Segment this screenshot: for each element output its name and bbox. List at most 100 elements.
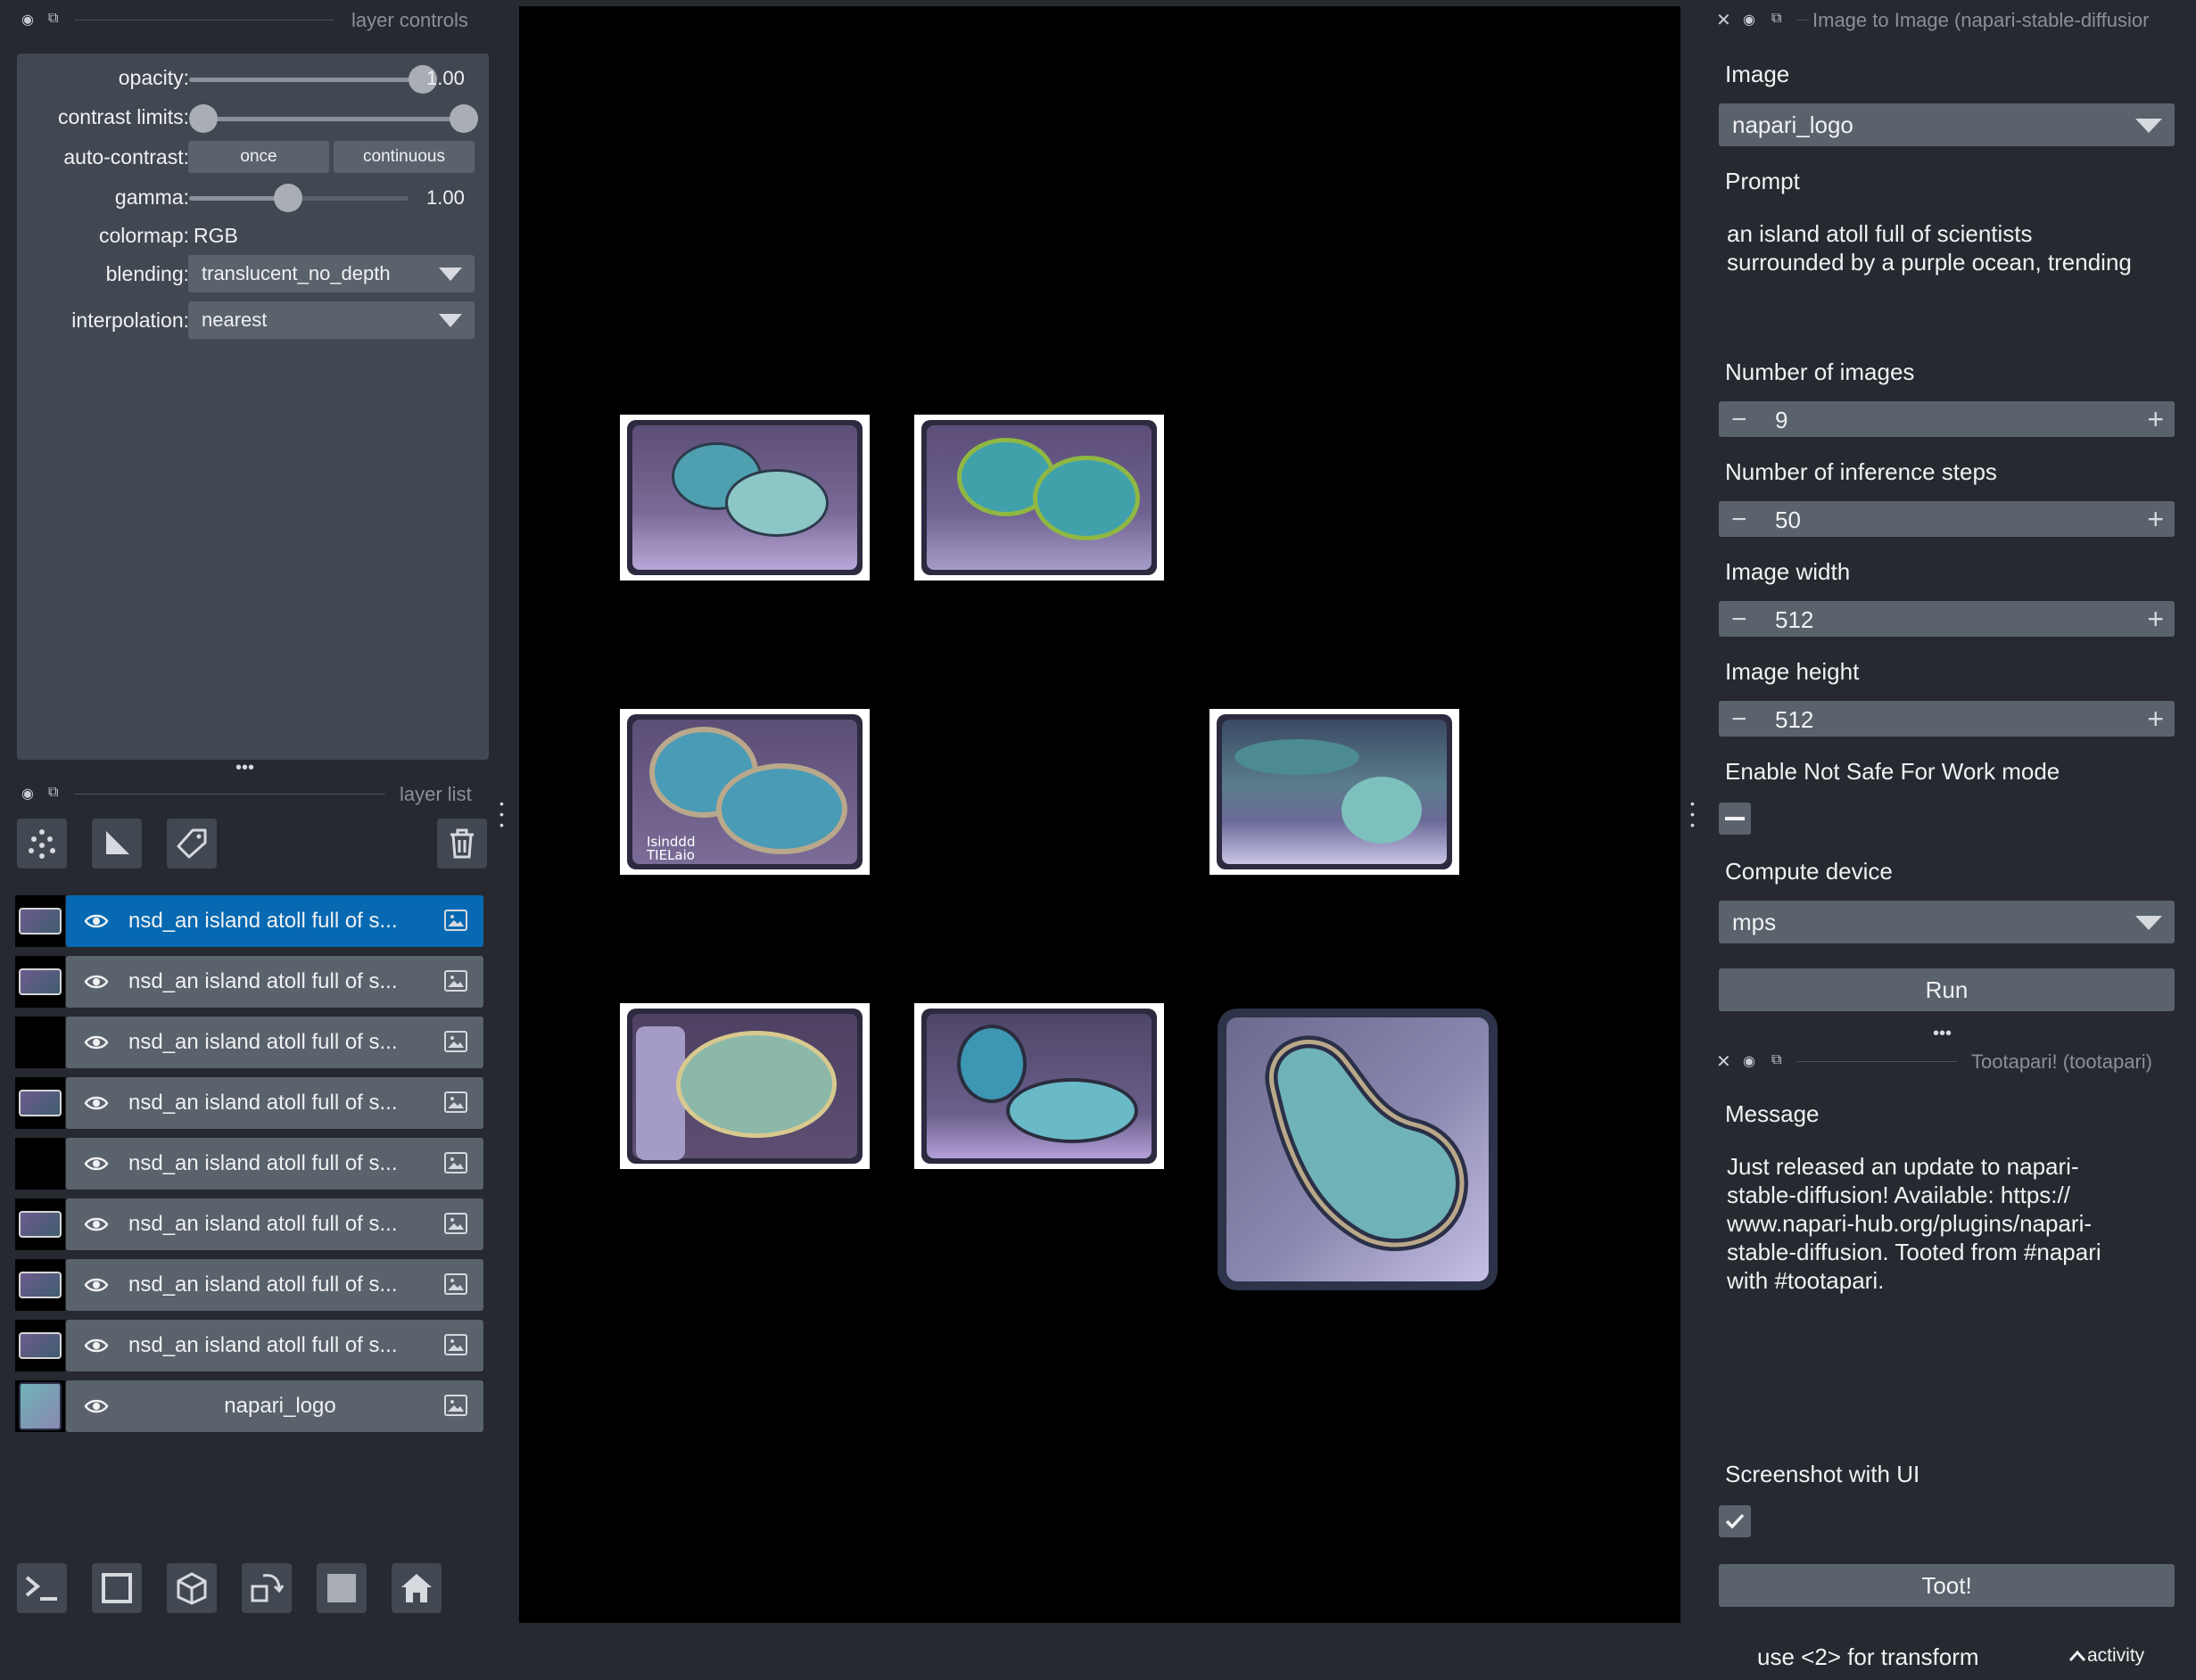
layer-controls-title: layer controls xyxy=(351,9,468,31)
new-labels-layer-button[interactable] xyxy=(167,819,217,869)
layer-thumbnail xyxy=(15,1077,65,1129)
new-points-layer-button[interactable] xyxy=(17,819,67,869)
image-width-spinbox[interactable]: − 512 + xyxy=(1719,601,2175,637)
toggle-ndisplay-button[interactable] xyxy=(92,1563,142,1613)
number-of-images-value: 9 xyxy=(1775,407,1788,433)
grid-mode-button[interactable] xyxy=(317,1563,367,1613)
viewer-canvas[interactable]: Isinddd TIELaio xyxy=(519,6,1680,1623)
layer-list-float-icon[interactable]: ⧉ xyxy=(48,785,58,801)
blending-select[interactable]: translucent_no_depth xyxy=(188,255,475,292)
nsfw-mode-checkbox[interactable] xyxy=(1719,803,1751,835)
prompt-line: surrounded by a purple ocean, trending xyxy=(1727,249,2132,276)
indeterminate-dash-icon xyxy=(1725,817,1745,820)
layer-list-title: layer list xyxy=(400,783,472,805)
gamma-slider-knob[interactable] xyxy=(273,184,302,212)
increment-button[interactable]: + xyxy=(2147,703,2164,736)
points-icon xyxy=(29,829,55,859)
opacity-label: opacity: xyxy=(118,66,189,89)
auto-contrast-label: auto-contrast: xyxy=(63,145,189,169)
layer-controls-close-icon[interactable]: ◉ xyxy=(21,11,34,29)
layer-row[interactable]: nsd_an island atoll full of s... xyxy=(66,1077,483,1129)
tootapari-close-icon[interactable]: ✕ xyxy=(1716,1050,1731,1073)
contrast-limits-slider[interactable] xyxy=(189,104,478,133)
layer-row[interactable]: nsd_an island atoll full of s... xyxy=(66,1017,483,1068)
decrement-button[interactable]: − xyxy=(1731,605,1747,635)
shapes-icon xyxy=(106,831,129,854)
eye-icon[interactable] xyxy=(84,1215,109,1234)
eye-icon[interactable] xyxy=(84,972,109,992)
vertical-resize-handle[interactable]: • • • xyxy=(499,797,505,831)
eye-icon[interactable] xyxy=(84,911,109,931)
layer-list-close-icon[interactable]: ◉ xyxy=(21,785,34,803)
layer-row[interactable]: nsd_an island atoll full of s... xyxy=(66,1259,483,1311)
generated-image-4 xyxy=(1209,709,1459,875)
roll-dims-button[interactable] xyxy=(167,1563,217,1613)
generated-image-2 xyxy=(914,415,1164,581)
increment-button[interactable]: + xyxy=(2147,603,2164,636)
img2img-close-icon[interactable]: ✕ xyxy=(1716,9,1731,31)
new-shapes-layer-button[interactable] xyxy=(92,819,142,869)
message-line: with #tootapari. xyxy=(1727,1267,1885,1294)
image-select[interactable]: napari_logo xyxy=(1719,103,2175,146)
inference-steps-spinbox[interactable]: − 50 + xyxy=(1719,501,2175,537)
message-textarea[interactable]: Just released an update to napari-stable… xyxy=(1727,1152,2173,1446)
toot-button[interactable]: Toot! xyxy=(1719,1564,2175,1607)
img2img-hide-icon[interactable]: ◉ xyxy=(1743,11,1755,29)
dock-resize-handle[interactable]: ••• xyxy=(235,758,254,778)
eye-icon[interactable] xyxy=(84,1396,109,1416)
layer-name: nsd_an island atoll full of s... xyxy=(128,1212,398,1236)
layer-row[interactable]: nsd_an island atoll full of s... xyxy=(66,1198,483,1250)
panel-resize-handle[interactable]: ••• xyxy=(1933,1024,1952,1044)
number-of-images-spinbox[interactable]: − 9 + xyxy=(1719,401,2175,437)
auto-contrast-continuous-button[interactable]: continuous xyxy=(334,141,475,173)
image-height-spinbox[interactable]: − 512 + xyxy=(1719,701,2175,737)
decrement-button[interactable]: − xyxy=(1731,704,1747,735)
increment-button[interactable]: + xyxy=(2147,503,2164,536)
chevron-down-icon xyxy=(439,314,462,327)
blending-label: blending: xyxy=(105,262,189,285)
layer-thumbnail xyxy=(15,1138,65,1190)
layer-row[interactable]: napari_logo xyxy=(66,1380,483,1432)
contrast-max-knob[interactable] xyxy=(450,104,478,133)
auto-contrast-once-button[interactable]: once xyxy=(188,141,329,173)
activity-button[interactable]: activity xyxy=(2068,1645,2144,1667)
layer-controls-float-icon[interactable]: ⧉ xyxy=(48,11,58,27)
transpose-button[interactable] xyxy=(242,1563,292,1613)
decrement-button[interactable]: − xyxy=(1731,405,1747,435)
eye-icon[interactable] xyxy=(84,1093,109,1113)
chevron-down-icon xyxy=(2135,119,2162,133)
tootapari-hide-icon[interactable]: ◉ xyxy=(1743,1052,1755,1070)
eye-icon[interactable] xyxy=(84,1336,109,1355)
nsfw-mode-label: Enable Not Safe For Work mode xyxy=(1725,758,2060,785)
eye-icon[interactable] xyxy=(84,1275,109,1295)
gamma-slider[interactable] xyxy=(189,184,409,212)
chevron-down-icon xyxy=(2135,916,2162,930)
layer-row[interactable]: nsd_an island atoll full of s... xyxy=(66,1320,483,1371)
image-layer-icon xyxy=(444,1152,467,1174)
compute-device-select[interactable]: mps xyxy=(1719,901,2175,943)
image-label: Image xyxy=(1725,61,1790,87)
img2img-float-icon[interactable]: ⧉ xyxy=(1771,11,1781,27)
home-button[interactable] xyxy=(392,1563,442,1613)
layer-row[interactable]: nsd_an island atoll full of s... xyxy=(66,956,483,1008)
delete-layer-button[interactable] xyxy=(437,819,487,869)
console-button[interactable] xyxy=(17,1563,67,1613)
opacity-slider[interactable] xyxy=(189,65,437,94)
layer-thumbnail xyxy=(15,1320,65,1371)
run-button[interactable]: Run xyxy=(1719,968,2175,1011)
increment-button[interactable]: + xyxy=(2147,403,2164,436)
tootapari-float-icon[interactable]: ⧉ xyxy=(1771,1052,1781,1068)
prompt-textarea[interactable]: an island atoll full of scientists surro… xyxy=(1727,219,2173,353)
layer-row[interactable]: nsd_an island atoll full of s... xyxy=(66,895,483,947)
contrast-min-knob[interactable] xyxy=(189,104,218,133)
opacity-value: 1.00 xyxy=(426,67,465,89)
layer-row[interactable]: nsd_an island atoll full of s... xyxy=(66,1138,483,1190)
eye-icon[interactable] xyxy=(84,1154,109,1174)
screenshot-with-ui-checkbox[interactable] xyxy=(1719,1505,1751,1537)
interpolation-select[interactable]: nearest xyxy=(188,301,475,339)
compute-device-label: Compute device xyxy=(1725,858,1893,885)
right-dock-resize-handle[interactable]: • • • xyxy=(1690,797,1695,831)
decrement-button[interactable]: − xyxy=(1731,505,1747,535)
eye-icon[interactable] xyxy=(84,1033,109,1052)
message-line: Just released an update to napari- xyxy=(1727,1153,2079,1180)
